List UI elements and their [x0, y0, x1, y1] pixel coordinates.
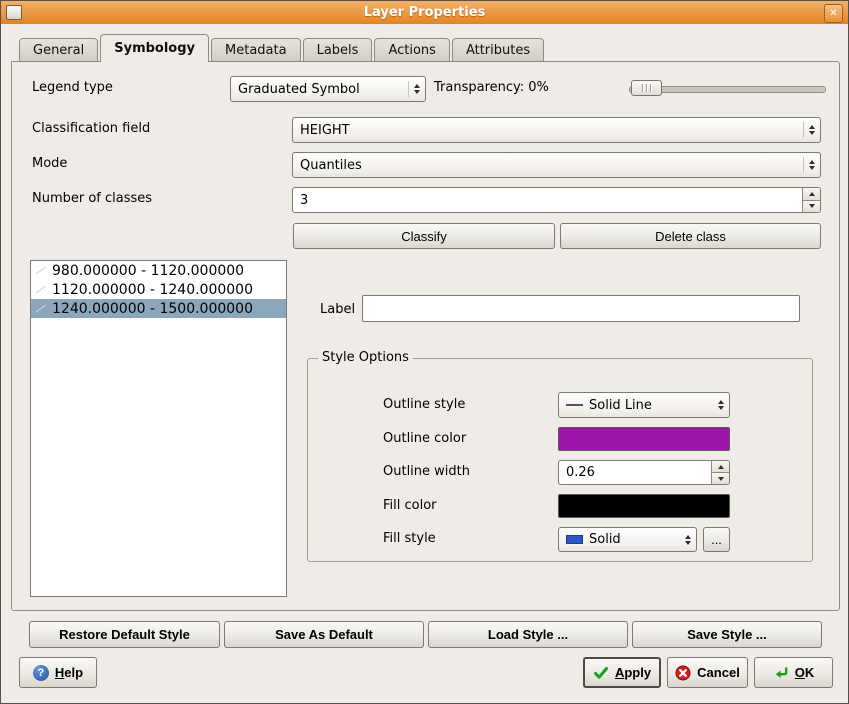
fill-color-button[interactable] [558, 494, 730, 518]
class-list-item[interactable]: 980.000000 - 1120.000000 [31, 261, 286, 280]
number-of-classes-spinbox[interactable]: 3 [292, 187, 821, 213]
class-range-label: 1240.000000 - 1500.000000 [52, 301, 253, 317]
mode-value: Quantiles [300, 158, 362, 173]
apply-button[interactable]: Apply [583, 657, 661, 688]
class-symbol-icon [34, 283, 49, 296]
legend-type-value: Graduated Symbol [238, 82, 360, 97]
tab-label: Actions [388, 43, 436, 58]
tab-label: Symbology [114, 41, 195, 56]
tab-label: Metadata [225, 43, 287, 58]
tab-attributes[interactable]: Attributes [452, 38, 544, 62]
fill-style-combo[interactable]: Solid [558, 527, 697, 552]
ok-enter-arrow-icon [773, 665, 789, 681]
layer-properties-window: Layer Properties ✕ General Symbology Met… [0, 0, 849, 704]
outline-color-label: Outline color [383, 431, 466, 446]
outline-width-spinbox[interactable]: 0.26 [558, 460, 730, 485]
restore-default-style-button[interactable]: Restore Default Style [29, 621, 220, 648]
number-of-classes-value: 3 [293, 188, 308, 212]
help-button-label: Help [55, 665, 83, 680]
help-icon: ? [33, 665, 49, 681]
outline-style-label: Outline style [383, 397, 465, 412]
close-icon: ✕ [829, 9, 837, 19]
class-symbol-icon [34, 302, 49, 315]
combo-arrows-icon [804, 125, 820, 135]
legend-type-combo[interactable]: Graduated Symbol [230, 76, 426, 102]
cancel-x-icon [675, 665, 691, 681]
transparency-label: Transparency: 0% [434, 80, 549, 95]
classification-field-label: Classification field [32, 121, 150, 136]
spin-up-icon[interactable] [712, 461, 729, 472]
tab-labels[interactable]: Labels [303, 38, 373, 62]
class-list[interactable]: 980.000000 - 1120.000000 1120.000000 - 1… [30, 260, 287, 597]
window-icon [6, 5, 22, 20]
tab-label: General [33, 43, 84, 58]
outline-width-value: 0.26 [559, 461, 595, 484]
symbology-tab-page: Legend type Graduated Symbol Transparenc… [11, 61, 840, 611]
delete-class-button[interactable]: Delete class [560, 223, 821, 249]
class-range-label: 1120.000000 - 1240.000000 [52, 282, 253, 298]
legend-type-label: Legend type [32, 80, 113, 95]
tab-actions[interactable]: Actions [374, 38, 450, 62]
ok-button[interactable]: OK [754, 657, 833, 688]
ok-button-label: OK [795, 665, 815, 680]
class-symbol-icon [34, 264, 49, 277]
help-button[interactable]: ? Help [19, 657, 97, 688]
combo-arrows-icon [804, 160, 820, 170]
cancel-button[interactable]: Cancel [667, 657, 748, 688]
fill-style-label: Fill style [383, 531, 436, 546]
title-bar[interactable]: Layer Properties ✕ [1, 1, 848, 24]
tab-label: Labels [317, 43, 359, 58]
tab-bar: General Symbology Metadata Labels Action… [19, 34, 546, 62]
apply-check-icon [593, 665, 609, 681]
label-field-label: Label [320, 302, 355, 317]
style-options-group: Style Options Outline style Solid Line O… [307, 358, 813, 562]
tab-symbology[interactable]: Symbology [100, 34, 209, 62]
combo-arrows-icon [680, 535, 696, 545]
combo-arrows-icon [409, 84, 425, 94]
tab-label: Attributes [466, 43, 530, 58]
number-of-classes-label: Number of classes [32, 191, 152, 206]
transparency-slider[interactable] [629, 79, 826, 97]
fill-style-browse-button[interactable]: ... [703, 527, 730, 552]
fill-color-label: Fill color [383, 498, 437, 513]
fill-style-value: Solid [589, 532, 621, 547]
solid-fill-icon [566, 535, 583, 544]
class-range-label: 980.000000 - 1120.000000 [52, 263, 244, 279]
solid-line-icon [566, 404, 583, 406]
class-list-item[interactable]: 1240.000000 - 1500.000000 [31, 299, 286, 318]
outline-color-button[interactable] [558, 427, 730, 451]
close-button[interactable]: ✕ [824, 4, 843, 23]
tab-general[interactable]: General [19, 38, 98, 62]
mode-label: Mode [32, 156, 67, 171]
save-style-button[interactable]: Save Style ... [632, 621, 822, 648]
classification-field-value: HEIGHT [300, 123, 350, 138]
slider-handle[interactable] [631, 80, 662, 96]
class-list-item[interactable]: 1120.000000 - 1240.000000 [31, 280, 286, 299]
label-input[interactable] [362, 295, 800, 322]
save-as-default-button[interactable]: Save As Default [224, 621, 424, 648]
spin-up-icon[interactable] [803, 188, 820, 200]
window-title: Layer Properties [1, 5, 848, 20]
combo-arrows-icon [713, 400, 729, 410]
classification-field-combo[interactable]: HEIGHT [292, 117, 821, 143]
outline-style-value: Solid Line [589, 398, 652, 413]
apply-button-label: Apply [615, 665, 651, 680]
cancel-button-label: Cancel [697, 665, 740, 680]
style-options-title: Style Options [318, 350, 413, 365]
spin-down-icon[interactable] [712, 472, 729, 484]
load-style-button[interactable]: Load Style ... [428, 621, 628, 648]
tab-metadata[interactable]: Metadata [211, 38, 301, 62]
spin-down-icon[interactable] [803, 200, 820, 213]
outline-style-combo[interactable]: Solid Line [558, 392, 730, 418]
classify-button[interactable]: Classify [293, 223, 555, 249]
outline-width-label: Outline width [383, 464, 470, 479]
mode-combo[interactable]: Quantiles [292, 152, 821, 178]
